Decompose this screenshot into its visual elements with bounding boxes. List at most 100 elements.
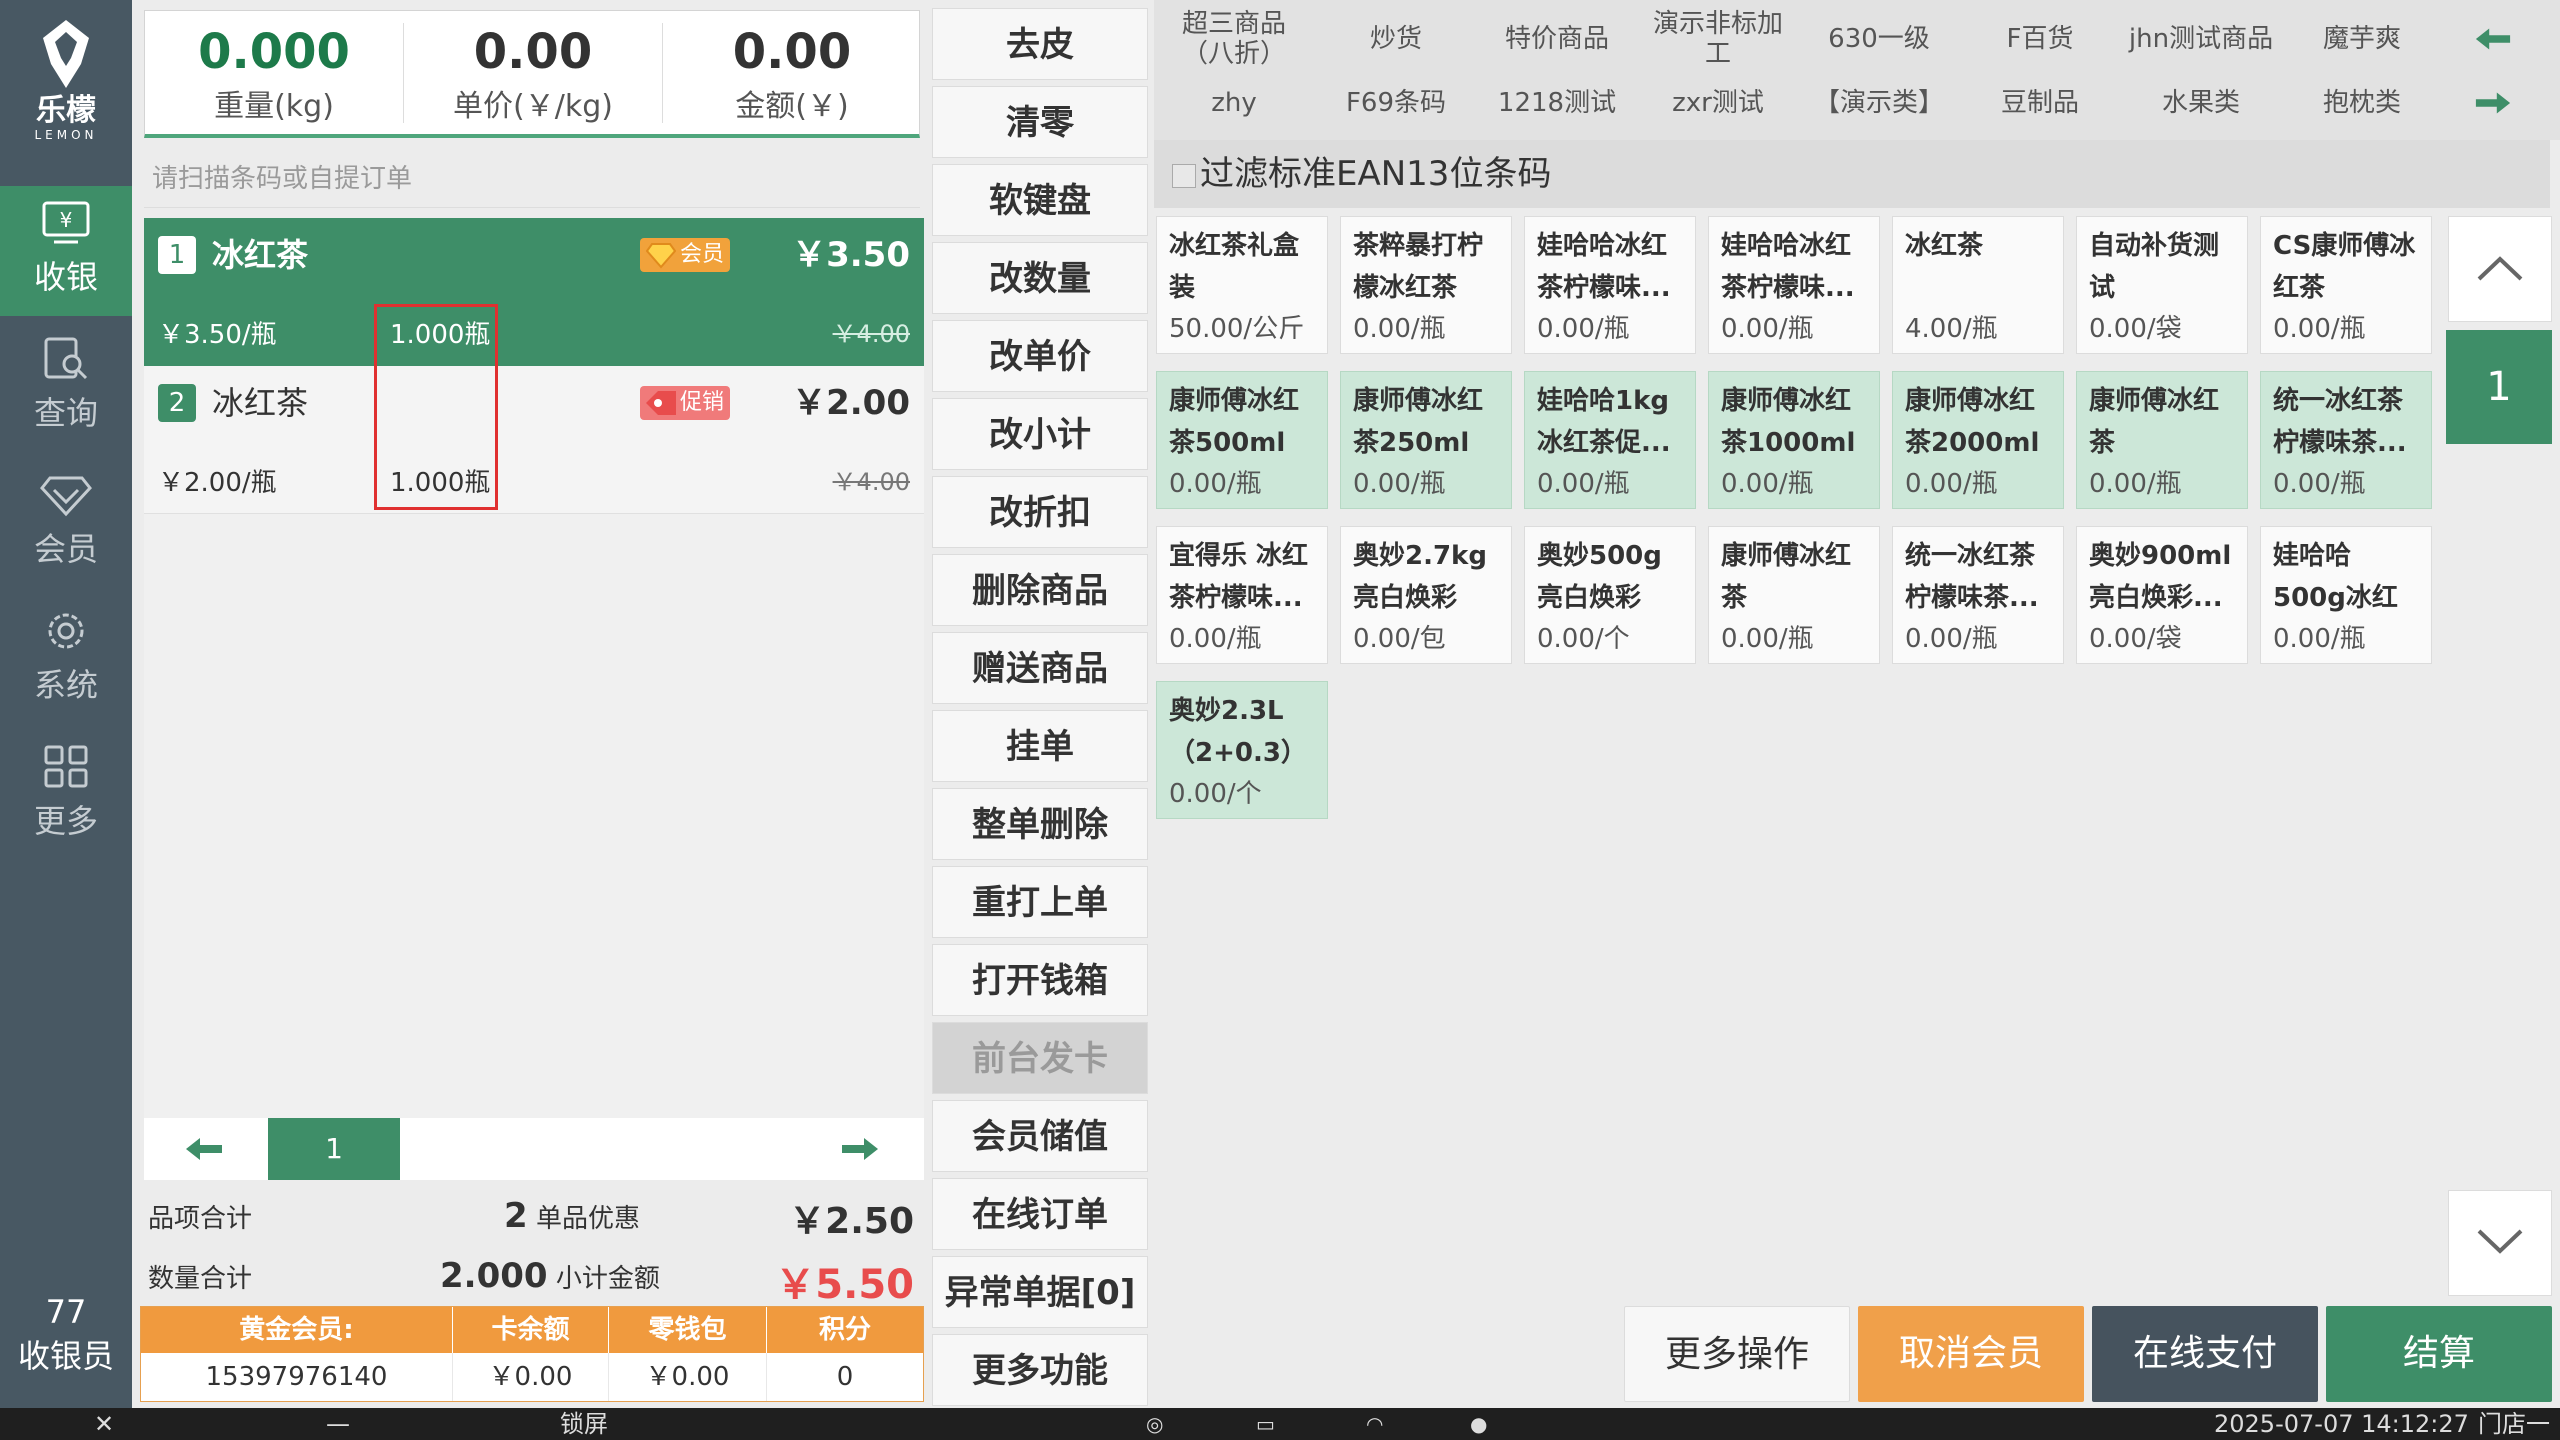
- product-card[interactable]: 康师傅冰红茶500ml 0.00/瓶: [1156, 371, 1328, 509]
- open-cashbox-button[interactable]: 打开钱箱: [932, 944, 1148, 1016]
- category-tab[interactable]: 豆制品: [1960, 72, 2120, 134]
- logo-subtext: LEMON: [34, 128, 98, 142]
- product-card[interactable]: 宜得乐 冰红茶柠檬味... 0.00/瓶: [1156, 526, 1328, 664]
- category-tab[interactable]: 特价商品: [1477, 8, 1637, 70]
- product-name: 康师傅冰红茶1000ml: [1721, 386, 1856, 458]
- product-card[interactable]: 奥妙2.3L（2+0.3）亮... 0.00/个: [1156, 681, 1328, 819]
- soft-keyboard-button[interactable]: 软键盘: [932, 164, 1148, 236]
- minimize-icon[interactable]: —: [326, 1408, 350, 1440]
- zero-button[interactable]: 清零: [932, 86, 1148, 158]
- category-tab[interactable]: F69条码: [1316, 72, 1476, 134]
- lock-screen-button[interactable]: 锁屏: [560, 1408, 608, 1440]
- order-item[interactable]: 2 冰红茶 促销 ￥2.00 ￥2.00/瓶 1.000瓶 ￥4.00: [144, 366, 924, 514]
- order-list: 1 冰红茶 会员 ￥3.50 ￥3.50/瓶 1.000瓶 ￥4.00 2 冰红…: [144, 218, 924, 1118]
- delete-item-button[interactable]: 删除商品: [932, 554, 1148, 626]
- product-name: 康师傅冰红茶250ml: [1353, 386, 1484, 458]
- product-card[interactable]: 康师傅冰红茶250ml 0.00/瓶: [1340, 371, 1512, 509]
- product-price: 50.00/公斤: [1169, 314, 1305, 344]
- change-qty-button[interactable]: 改数量: [932, 242, 1148, 314]
- product-page-up-button[interactable]: [2448, 216, 2552, 322]
- product-price: 0.00/瓶: [1721, 469, 1814, 499]
- more-ops-button[interactable]: 更多操作: [1624, 1306, 1850, 1402]
- product-card[interactable]: 娃哈哈冰红茶柠檬味... 0.00/瓶: [1708, 216, 1880, 354]
- category-tab[interactable]: 630一级: [1799, 8, 1959, 70]
- checkout-button[interactable]: 结算: [2326, 1306, 2552, 1402]
- product-card[interactable]: 康师傅冰红茶1*500ml 0.00/瓶: [2076, 371, 2248, 509]
- product-price: 0.00/个: [1537, 624, 1630, 654]
- product-card[interactable]: 娃哈哈1kg冰红茶促... 0.00/瓶: [1524, 371, 1696, 509]
- product-card[interactable]: 自动补货测试 0.00/袋: [2076, 216, 2248, 354]
- sidebar: 乐檬 LEMON ¥ 收银 查询 会员 系统 更多 77 收银员: [0, 0, 132, 1408]
- category-tab[interactable]: 1218测试: [1477, 72, 1637, 134]
- filter-checkbox[interactable]: [1172, 163, 1196, 188]
- product-card[interactable]: 康师傅冰红茶330ml*1... 0.00/瓶: [1708, 526, 1880, 664]
- product-name: 康师傅冰红茶2000ml: [1905, 386, 2040, 458]
- member-topup-button[interactable]: 会员储值: [932, 1100, 1148, 1172]
- product-card[interactable]: 统一冰红茶柠檬味茶... 0.00/瓶: [2260, 371, 2432, 509]
- category-tab[interactable]: zxr测试: [1638, 72, 1798, 134]
- category-tab[interactable]: jhn测试商品: [2121, 8, 2281, 70]
- gift-item-button[interactable]: 赠送商品: [932, 632, 1148, 704]
- online-orders-button[interactable]: 在线订单: [932, 1178, 1148, 1250]
- nav-cashier[interactable]: ¥ 收银: [0, 186, 132, 316]
- product-name: 统一冰红茶柠檬味茶...: [2273, 386, 2407, 458]
- more-functions-button[interactable]: 更多功能: [932, 1334, 1148, 1406]
- category-tab[interactable]: zhy: [1154, 72, 1314, 134]
- product-page-down-button[interactable]: [2448, 1190, 2552, 1296]
- tare-button[interactable]: 去皮: [932, 8, 1148, 80]
- change-discount-button[interactable]: 改折扣: [932, 476, 1148, 548]
- barcode-input[interactable]: [144, 148, 920, 208]
- filter-label: 过滤标准EAN13位条码: [1200, 154, 1552, 194]
- product-card[interactable]: 娃哈哈冰红茶柠檬味... 0.00/瓶: [1524, 216, 1696, 354]
- category-tab[interactable]: F百货: [1960, 8, 2120, 70]
- category-tab[interactable]: 超三商品（八折）: [1154, 8, 1314, 70]
- category-prev-button[interactable]: [2464, 8, 2524, 70]
- category-tab[interactable]: 魔芋爽: [2282, 8, 2442, 70]
- online-pay-button[interactable]: 在线支付: [2092, 1306, 2318, 1402]
- category-tab[interactable]: 【演示类】: [1799, 72, 1959, 134]
- reprint-button[interactable]: 重打上单: [932, 866, 1148, 938]
- product-card[interactable]: CS康师傅冰红茶 0.00/瓶: [2260, 216, 2432, 354]
- arrow-right-icon: [842, 1138, 878, 1160]
- product-card[interactable]: 奥妙900ml亮白焕彩... 0.00/袋: [2076, 526, 2248, 664]
- exception-docs-button[interactable]: 异常单据[0]: [932, 1256, 1148, 1328]
- nav-system[interactable]: 系统: [0, 594, 132, 724]
- nav-member[interactable]: 会员: [0, 458, 132, 588]
- hold-order-button[interactable]: 挂单: [932, 710, 1148, 782]
- member-level-label: 黄金会员:: [141, 1307, 453, 1353]
- category-tab[interactable]: 抱枕类: [2282, 72, 2442, 134]
- change-subtotal-button[interactable]: 改小计: [932, 398, 1148, 470]
- prev-page-button[interactable]: [144, 1118, 264, 1180]
- member-info: 黄金会员: 卡余额 零钱包 积分 15397976140 ￥0.00 ￥0.00…: [140, 1306, 924, 1402]
- product-card[interactable]: 奥妙2.7kg亮白焕彩洗... 0.00/包: [1340, 526, 1512, 664]
- nav-system-label: 系统: [33, 666, 98, 704]
- category-next-button[interactable]: [2464, 72, 2524, 134]
- product-card[interactable]: 康师傅冰红茶2000ml 0.00/瓶: [1892, 371, 2064, 509]
- cancel-member-button[interactable]: 取消会员: [1858, 1306, 2084, 1402]
- category-tab[interactable]: 水果类: [2121, 72, 2281, 134]
- product-card[interactable]: 冰红茶礼盒装 50.00/公斤: [1156, 216, 1328, 354]
- delete-order-button[interactable]: 整单删除: [932, 788, 1148, 860]
- cashier-label: 收银员: [17, 1337, 114, 1375]
- order-item[interactable]: 1 冰红茶 会员 ￥3.50 ￥3.50/瓶 1.000瓶 ￥4.00: [144, 218, 924, 366]
- product-card[interactable]: 娃哈哈500g冰红茶促... 0.00/瓶: [2260, 526, 2432, 664]
- amount-label: 金额(￥): [735, 89, 849, 124]
- nav-query[interactable]: 查询: [0, 322, 132, 452]
- product-card[interactable]: 统一冰红茶柠檬味茶... 0.00/瓶: [1892, 526, 2064, 664]
- ean13-filter[interactable]: 过滤标准EAN13位条码: [1154, 140, 2550, 208]
- product-card[interactable]: 茶粹暴打柠檬冰红茶50... 0.00/瓶: [1340, 216, 1512, 354]
- product-card[interactable]: 康师傅冰红茶1000ml 0.00/瓶: [1708, 371, 1880, 509]
- product-name: 娃哈哈1kg冰红茶促...: [1537, 386, 1671, 458]
- close-icon[interactable]: ✕: [94, 1408, 114, 1440]
- change-price-button[interactable]: 改单价: [932, 320, 1148, 392]
- category-tab[interactable]: 演示非标加工: [1638, 8, 1798, 70]
- order-pager: 1: [144, 1118, 924, 1180]
- chevron-down-icon: [2477, 1229, 2523, 1254]
- next-page-button[interactable]: [800, 1118, 920, 1180]
- product-card[interactable]: 奥妙500g亮白焕彩洗... 0.00/个: [1524, 526, 1696, 664]
- product-card[interactable]: 冰红茶 4.00/瓶: [1892, 216, 2064, 354]
- unit-price-display: 0.00 单价(￥/kg): [404, 11, 662, 135]
- category-tab[interactable]: 炒货: [1316, 8, 1476, 70]
- product-price: 0.00/个: [1169, 779, 1262, 809]
- nav-more[interactable]: 更多: [0, 730, 132, 860]
